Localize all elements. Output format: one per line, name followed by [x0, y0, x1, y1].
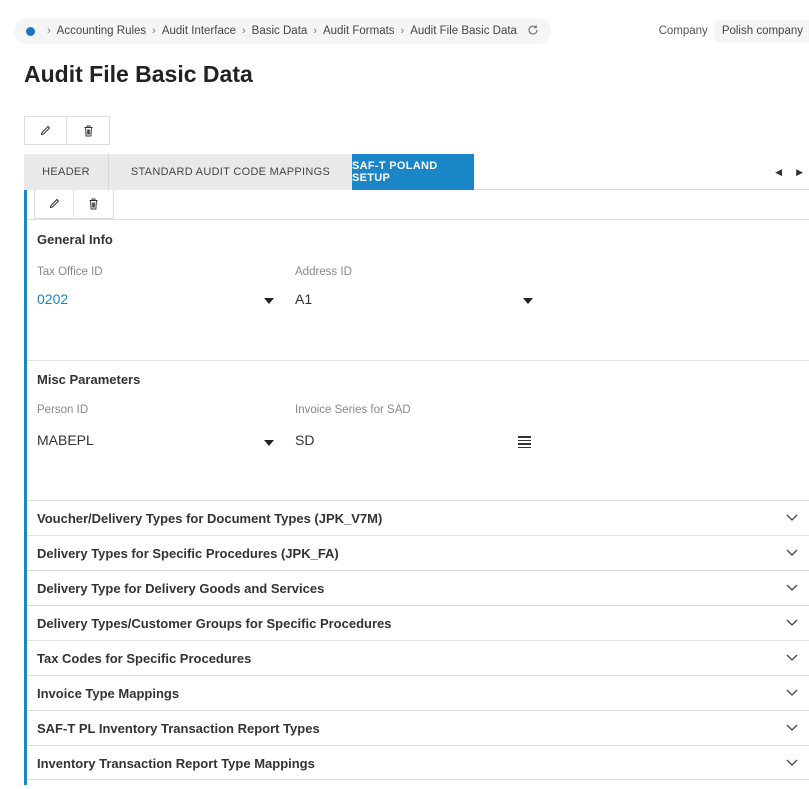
- chevron-down-icon: [786, 619, 798, 626]
- accordion-label: Tax Codes for Specific Procedures: [37, 651, 252, 666]
- chevron-down-icon: [786, 724, 798, 731]
- tax-office-dropdown-icon[interactable]: [264, 298, 274, 304]
- delete-button[interactable]: [67, 117, 109, 144]
- divider: [27, 360, 809, 361]
- accordion-label: SAF-T PL Inventory Transaction Report Ty…: [37, 721, 320, 736]
- accordion-delivery-types-specific-procedures[interactable]: Delivery Types for Specific Procedures (…: [27, 535, 809, 570]
- tab-scroll-right-icon[interactable]: ▶: [796, 167, 803, 178]
- chevron-down-icon: [786, 759, 798, 766]
- edit-button[interactable]: [25, 117, 67, 144]
- address-label: Address ID: [295, 266, 352, 278]
- chevron-down-icon: [786, 514, 798, 521]
- breadcrumb-bar: › Accounting Rules › Audit Interface › B…: [14, 18, 809, 46]
- chevron-right-icon: ›: [400, 25, 405, 37]
- trash-icon: [89, 198, 98, 209]
- person-id-dropdown-icon[interactable]: [264, 440, 274, 446]
- edit-setup-button[interactable]: [35, 190, 75, 217]
- person-id-label: Person ID: [37, 404, 89, 416]
- tab-bar: HEADER STANDARD AUDIT CODE MAPPINGS SAF-…: [24, 154, 809, 190]
- accordion-inventory-transaction-report-type-mappings[interactable]: Inventory Transaction Report Type Mappin…: [27, 745, 809, 780]
- company-label: Company: [658, 25, 708, 37]
- accordion-label: Invoice Type Mappings: [37, 686, 180, 701]
- page-title: Audit File Basic Data: [24, 61, 253, 87]
- tab-saf-t-poland-setup[interactable]: SAF-T POLAND SETUP: [352, 154, 474, 190]
- accordion-inventory-transaction-report-types[interactable]: SAF-T PL Inventory Transaction Report Ty…: [27, 710, 809, 745]
- header-toolbar: [24, 116, 110, 145]
- company-value[interactable]: Polish company: [713, 20, 809, 42]
- tab-content: General Info Tax Office ID 0202 Address …: [24, 190, 809, 785]
- accordion-label: Delivery Types for Specific Procedures (…: [37, 546, 339, 561]
- divider: [27, 219, 809, 220]
- accordion-label: Delivery Type for Delivery Goods and Ser…: [37, 581, 325, 596]
- chevron-right-icon: ›: [242, 25, 246, 37]
- refresh-icon[interactable]: [527, 24, 539, 39]
- tax-office-label: Tax Office ID: [37, 266, 103, 278]
- tax-office-value[interactable]: 0202: [37, 291, 68, 307]
- chevron-right-icon: ›: [47, 25, 51, 37]
- accordion-label: Inventory Transaction Report Type Mappin…: [37, 756, 315, 771]
- tab-standard-audit-code-mappings[interactable]: STANDARD AUDIT CODE MAPPINGS: [108, 154, 352, 190]
- accordion-delivery-types-customer-groups[interactable]: Delivery Types/Customer Groups for Speci…: [27, 605, 809, 640]
- breadcrumb-item-current: Audit File Basic Data: [410, 25, 517, 37]
- tab-header[interactable]: HEADER: [24, 154, 108, 190]
- pencil-icon: [49, 198, 59, 209]
- chevron-down-icon: [786, 654, 798, 661]
- chevron-down-icon: [786, 584, 798, 591]
- breadcrumb-item-basic-data[interactable]: Basic Data: [252, 25, 308, 37]
- tab-scroll-left-icon[interactable]: ◀: [775, 167, 782, 178]
- invoice-series-label: Invoice Series for SAD: [295, 404, 411, 416]
- home-dot-icon[interactable]: [26, 26, 35, 36]
- person-id-value[interactable]: MABEPL: [37, 432, 94, 448]
- accordion-invoice-type-mappings[interactable]: Invoice Type Mappings: [27, 675, 809, 710]
- list-icon[interactable]: [518, 436, 531, 450]
- section-title: Misc Parameters: [37, 372, 141, 387]
- page: › Accounting Rules › Audit Interface › B…: [0, 0, 809, 789]
- general-info-section: General Info Tax Office ID 0202 Address …: [27, 219, 809, 360]
- chevron-down-icon: [786, 549, 798, 556]
- accordion-label: Delivery Types/Customer Groups for Speci…: [37, 616, 392, 631]
- chevron-right-icon: ›: [152, 25, 156, 37]
- accordion-delivery-type-goods-services[interactable]: Delivery Type for Delivery Goods and Ser…: [27, 570, 809, 605]
- tab-nav: ◀ ▶: [775, 154, 809, 190]
- pencil-icon: [40, 125, 51, 136]
- setup-toolbar: [34, 190, 114, 219]
- trash-icon: [84, 125, 92, 136]
- address-dropdown-icon[interactable]: [523, 298, 533, 304]
- delete-setup-button[interactable]: [74, 190, 113, 217]
- accordion-label: Voucher/Delivery Types for Document Type…: [37, 511, 383, 526]
- breadcrumb: › Accounting Rules › Audit Interface › B…: [14, 18, 551, 44]
- breadcrumb-item-audit-interface[interactable]: Audit Interface: [162, 25, 236, 37]
- breadcrumb-item-accounting-rules[interactable]: Accounting Rules: [57, 25, 147, 37]
- breadcrumb-item-audit-formats[interactable]: Audit Formats: [323, 25, 395, 37]
- section-title: General Info: [37, 232, 113, 247]
- company-selector[interactable]: Company Polish company: [659, 18, 809, 44]
- invoice-series-value[interactable]: SD: [295, 432, 314, 448]
- accordion-tax-codes-specific-procedures[interactable]: Tax Codes for Specific Procedures: [27, 640, 809, 675]
- address-value[interactable]: A1: [295, 291, 312, 307]
- chevron-right-icon: ›: [313, 25, 317, 37]
- misc-parameters-section: Misc Parameters Person ID MABEPL Invoice…: [27, 360, 809, 500]
- accordion-voucher-delivery-types[interactable]: Voucher/Delivery Types for Document Type…: [27, 500, 809, 535]
- chevron-down-icon: [786, 689, 798, 696]
